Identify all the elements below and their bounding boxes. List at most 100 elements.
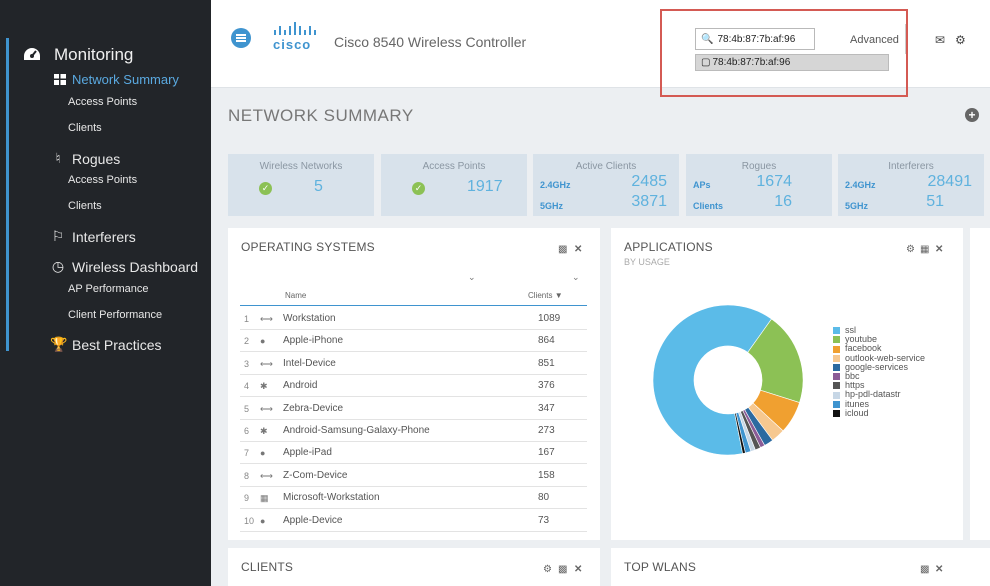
nav-client-performance[interactable]: Client Performance <box>68 309 162 321</box>
search-input[interactable]: 🔍 78:4b:87:7b:af:96 <box>695 28 815 50</box>
stat-label: Interferers <box>888 161 934 172</box>
page-title: NETWORK SUMMARY <box>228 106 414 125</box>
column-header-name[interactable]: Name <box>285 291 306 300</box>
legend-label: icloud <box>845 407 869 418</box>
close-icon[interactable]: ✕ <box>574 564 582 575</box>
advanced-search-link[interactable]: Advanced <box>850 34 899 46</box>
nav-monitoring[interactable]: Monitoring <box>22 45 133 65</box>
os-name: Android-Samsung-Galaxy-Phone <box>283 425 430 436</box>
row-number: 7 <box>244 448 250 459</box>
nav-rogues-label: Rogues <box>72 150 121 167</box>
table-view-icon[interactable]: ▦ <box>920 244 929 255</box>
link-icon: ⟷ <box>260 470 273 481</box>
clients-panel: CLIENTS ⚙ ▩ ✕ <box>228 548 600 586</box>
stat-row-value: 1674 <box>756 173 792 190</box>
chevron-down-icon[interactable]: ⌄ <box>468 272 476 283</box>
search-suggestion-item[interactable]: ▢ 78:4b:87:7b:af:96 <box>695 54 889 71</box>
menu-toggle-button[interactable] <box>231 28 251 48</box>
gear-icon[interactable]: ⚙ <box>955 33 966 47</box>
client-count: 80 <box>538 492 550 504</box>
os-name: Zebra-Device <box>283 402 344 414</box>
nav-clients[interactable]: Clients <box>68 122 102 134</box>
rogue-icon: ♮ <box>55 150 61 166</box>
header-divider <box>905 24 906 54</box>
legend-swatch <box>833 327 840 335</box>
gear-icon[interactable]: ⚙ <box>906 244 915 255</box>
legend-item[interactable]: icloud <box>833 407 925 418</box>
client-count: 273 <box>538 425 555 436</box>
table-row[interactable]: 2 ● Apple-iPhone 864 <box>240 330 587 353</box>
sort-desc-icon: ▼ <box>554 291 563 300</box>
app-title: Cisco 8540 Wireless Controller <box>334 34 527 50</box>
nav-rogue-clients[interactable]: Clients <box>68 200 102 212</box>
nav-monitoring-label: Monitoring <box>54 45 134 64</box>
nav-wireless-dashboard[interactable]: ◷ Wireless Dashboard <box>50 258 198 275</box>
nav-network-summary-label: Network Summary <box>72 72 179 87</box>
stat-access-points[interactable]: Access Points ✓ 1917 <box>381 154 527 216</box>
gear-icon[interactable]: ⚙ <box>543 564 552 575</box>
stat-row-value: 2485 <box>631 173 667 190</box>
table-row[interactable]: 9 ▦ Microsoft-Workstation 80 <box>240 487 587 510</box>
add-widget-button[interactable]: + <box>965 108 979 122</box>
nav-access-points[interactable]: Access Points <box>68 96 137 108</box>
cisco-logo <box>274 22 316 35</box>
nav-rogue-access-points[interactable]: Access Points <box>68 174 137 186</box>
table-row[interactable]: 7 ● Apple-iPad 167 <box>240 442 587 465</box>
legend-swatch <box>833 363 840 371</box>
header-underline <box>240 305 587 306</box>
stat-rogues[interactable]: Rogues APs 1674 Clients 16 <box>686 154 832 216</box>
table-row[interactable]: 4 ✱ Android 376 <box>240 375 587 398</box>
chart-icon[interactable]: ▩ <box>558 564 567 575</box>
os-name: Microsoft-Workstation <box>283 492 380 504</box>
legend-swatch <box>833 373 840 381</box>
top-wlans-panel: TOP WLANS ▩ ✕ <box>611 548 990 586</box>
panel-title: APPLICATIONS <box>624 240 713 254</box>
search-suggestion-label: 78:4b:87:7b:af:96 <box>712 57 791 68</box>
os-name: Z-Com-Device <box>283 469 348 481</box>
nav-network-summary[interactable]: Network Summary <box>54 72 179 87</box>
legend-swatch <box>833 336 840 344</box>
panel-title: TOP WLANS <box>624 560 697 574</box>
table-row[interactable]: 8 ⟷ Z-Com-Device 158 <box>240 465 587 487</box>
stat-row-value: 3871 <box>631 193 667 210</box>
nav-wireless-dashboard-label: Wireless Dashboard <box>72 258 199 275</box>
table-row[interactable]: 3 ⟷ Intel-Device 851 <box>240 353 587 375</box>
chart-icon[interactable]: ▩ <box>920 564 929 575</box>
stat-wireless-networks[interactable]: Wireless Networks ✓ 5 <box>228 154 374 216</box>
stat-row-value: 28491 <box>927 173 973 190</box>
nav-interferers[interactable]: ⚐ Interferers <box>50 228 136 245</box>
top-header: cisco Cisco 8540 Wireless Controller 🔍 7… <box>211 0 990 88</box>
nav-rogues[interactable]: ♮ Rogues <box>50 150 120 167</box>
apple-icon: ● <box>260 448 266 459</box>
trophy-icon: 🏆 <box>50 336 68 352</box>
link-icon: ⟷ <box>260 358 273 369</box>
legend-swatch <box>833 391 840 399</box>
stat-active-clients[interactable]: Active Clients 2.4GHz 2485 5GHz 3871 <box>533 154 679 216</box>
nav-best-practices[interactable]: 🏆 Best Practices <box>50 336 161 353</box>
table-row[interactable]: 1 ⟷ Workstation 1089 <box>240 308 587 330</box>
stat-interferers[interactable]: Interferers 2.4GHz 28491 5GHz 51 <box>838 154 984 216</box>
check-icon: ✓ <box>259 182 272 195</box>
table-row[interactable]: 6 ✱ Android-Samsung-Galaxy-Phone 273 <box>240 420 587 442</box>
table-row[interactable]: 5 ⟷ Zebra-Device 347 <box>240 398 587 420</box>
legend-swatch <box>833 354 840 362</box>
table-row[interactable]: 10 ● Apple-Device 73 <box>240 510 587 532</box>
chart-icon[interactable]: ▩ <box>558 244 567 255</box>
stat-value: 1917 <box>467 178 503 195</box>
nav-ap-performance[interactable]: AP Performance <box>68 283 149 295</box>
apple-icon: ● <box>260 336 266 347</box>
stat-row-label: 2.4GHz <box>845 180 876 190</box>
os-table-header: Name Clients ▼ <box>240 290 587 304</box>
stat-label: Access Points <box>422 161 486 172</box>
close-icon[interactable]: ✕ <box>935 564 943 575</box>
client-count: 376 <box>538 380 555 392</box>
panel-edge <box>970 228 990 540</box>
chevron-down-icon[interactable]: ⌄ <box>572 272 580 283</box>
nav-best-practices-label: Best Practices <box>72 336 162 353</box>
column-header-clients[interactable]: Clients ▼ <box>528 291 563 300</box>
close-icon[interactable]: ✕ <box>574 244 582 255</box>
close-icon[interactable]: ✕ <box>935 244 943 255</box>
row-number: 1 <box>244 314 250 324</box>
stat-row-label: APs <box>693 180 711 190</box>
mail-icon[interactable]: ✉ <box>935 33 945 47</box>
